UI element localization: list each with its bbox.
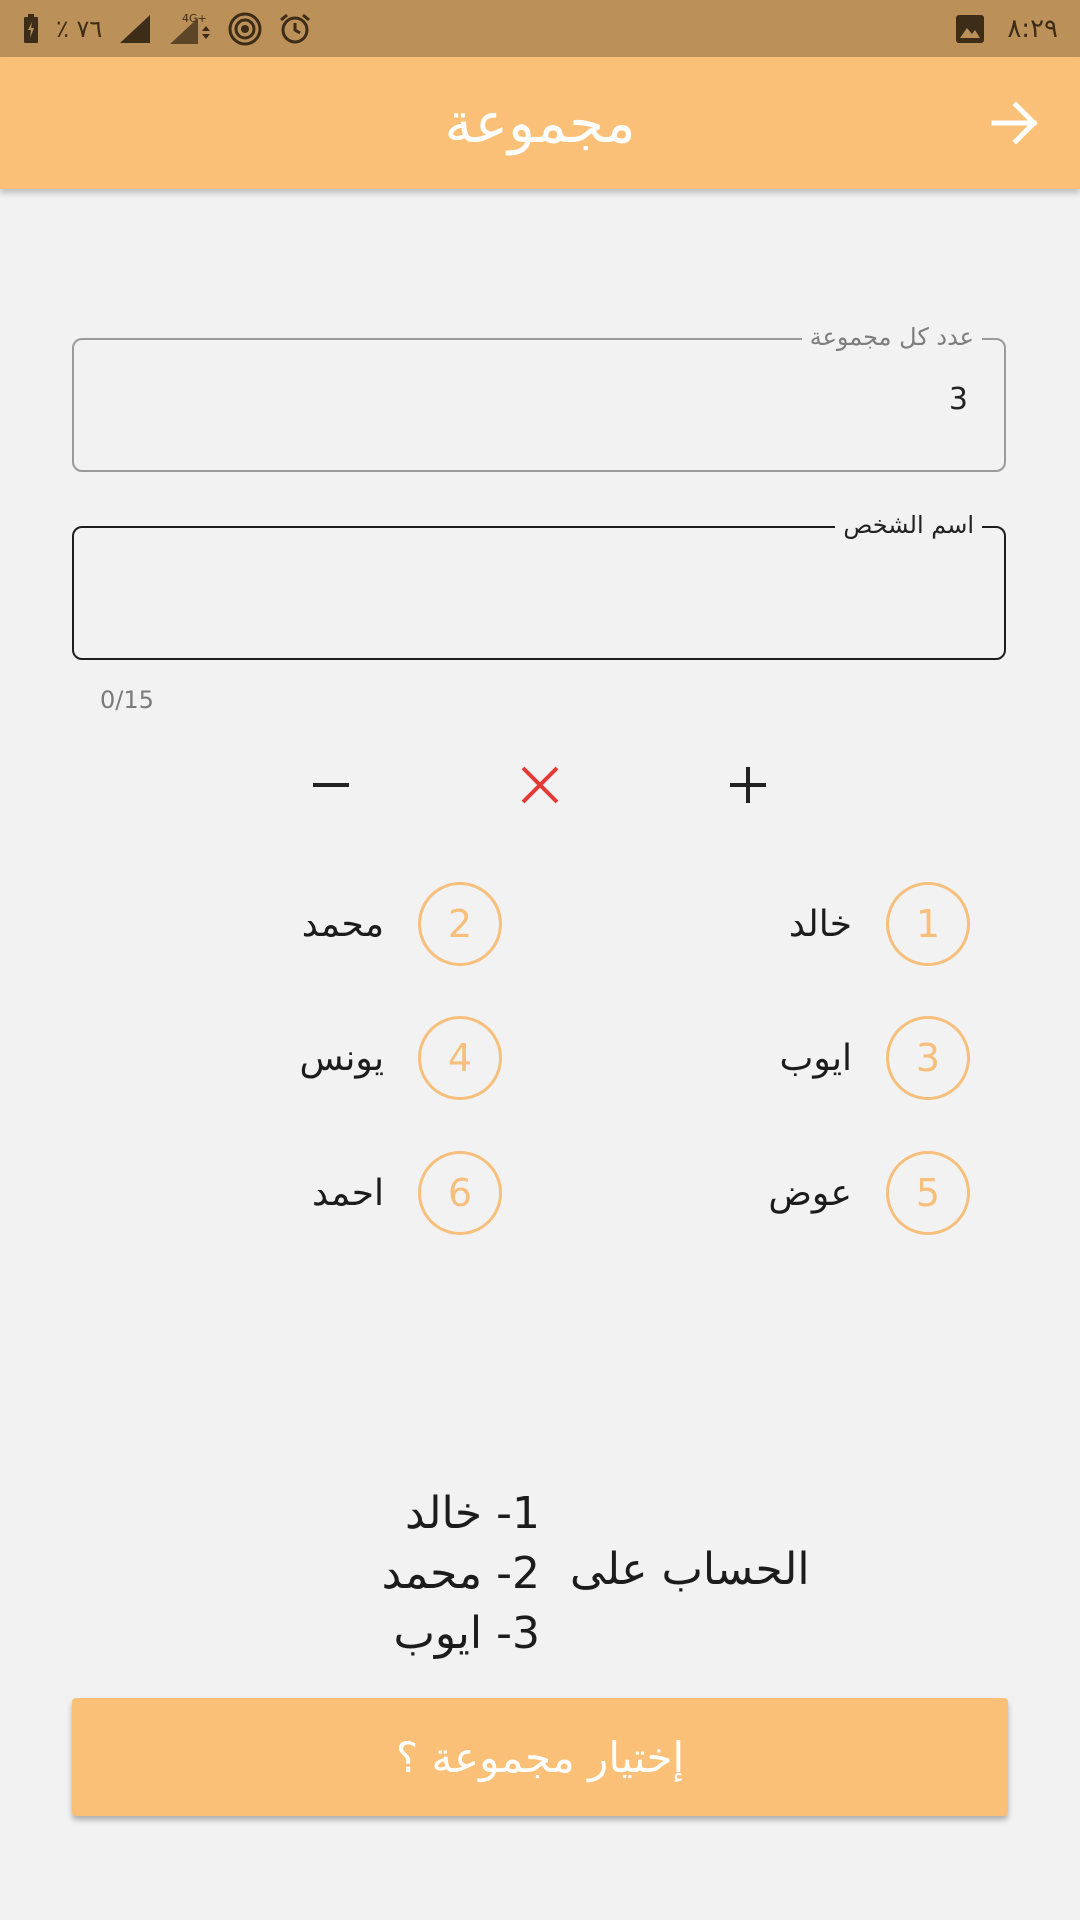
person-item[interactable]: 3 ايوب [670,1016,970,1100]
result-line: 1- خالد [405,1488,540,1539]
person-number: 1 [886,882,970,966]
person-number: 5 [886,1151,970,1235]
signal-4g-icon: 4G+ [170,12,211,44]
battery-text: ٪ ٧٦ [56,14,103,43]
status-right: ٨:٢٩ [955,0,1058,57]
result-line: 3- ايوب [393,1608,541,1659]
hotspot-icon [228,12,262,45]
app-bar: مجموعة [0,57,1080,189]
person-name: عوض [768,1172,852,1214]
alarm-icon [280,13,311,43]
clear-button[interactable] [505,750,575,820]
close-icon [521,766,559,804]
minus-icon [313,783,349,787]
person-name: ايوب [779,1037,852,1079]
image-notification-icon [956,14,985,43]
signal-icon [120,14,151,43]
battery-icon [24,13,38,43]
status-time: ٨:٢٩ [1007,13,1058,44]
person-item[interactable]: 6 احمد [202,1151,502,1235]
person-item[interactable]: 5 عوض [670,1151,970,1235]
plus-icon [730,767,766,803]
person-number: 3 [886,1016,970,1100]
character-counter: 0/15 [100,686,154,714]
person-name: احمد [312,1172,384,1214]
group-size-value: 3 [948,382,968,417]
group-size-field[interactable]: عدد كل مجموعة 3 [72,320,1006,472]
result-line: 2- محمد [381,1548,540,1599]
person-number: 2 [418,882,502,966]
network-label: 4G+ [182,12,207,25]
arrow-right-icon [991,101,1038,145]
group-size-label: عدد كل مجموعة [801,320,982,354]
person-item[interactable]: 2 محمد [202,882,502,966]
person-name: محمد [301,903,384,945]
back-button[interactable] [984,93,1044,153]
person-name: يونس [299,1037,384,1079]
result-label: الحساب على [570,1544,810,1595]
choose-group-button[interactable]: إختيار مجموعة ؟ [72,1698,1008,1816]
add-button[interactable] [713,750,783,820]
person-number: 6 [418,1151,502,1235]
remove-button[interactable] [296,750,366,820]
action-row [0,750,1080,820]
status-left: ٪ ٧٦ 4G+ [22,0,312,57]
result-list: 1- خالد 2- محمد 3- ايوب [382,1484,540,1664]
person-name-field[interactable]: اسم الشخص [72,508,1006,660]
person-name: خالد [788,903,852,945]
person-item[interactable]: 4 يونس [202,1016,502,1100]
status-bar: ٪ ٧٦ 4G+ ٨:٢٩ [0,0,1080,57]
page-title: مجموعة [444,90,636,156]
person-number: 4 [418,1016,502,1100]
person-name-label: اسم الشخص [835,508,982,542]
person-item[interactable]: 1 خالد [670,882,970,966]
